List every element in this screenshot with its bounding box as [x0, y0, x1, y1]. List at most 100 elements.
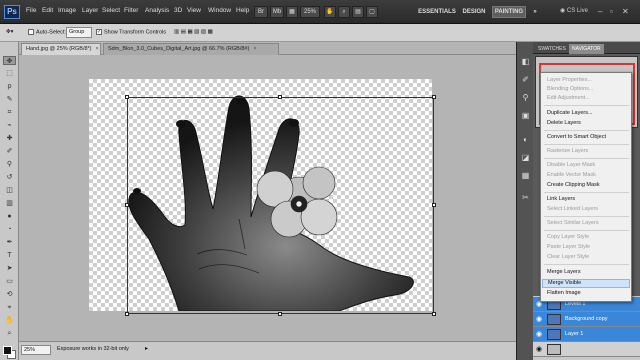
lasso-tool-icon[interactable]: ρ [3, 82, 16, 91]
close-icon[interactable]: ✕ [622, 7, 629, 16]
menu-item-layer-properties[interactable]: Layer Properties... [547, 77, 592, 83]
adjustments-icon[interactable]: ◐ [520, 134, 531, 145]
menu-analysis[interactable]: Analysis [145, 7, 169, 14]
transform-controls-checkbox[interactable]: ✓ Show Transform Controls [96, 29, 166, 35]
gradient-tool-icon[interactable]: ▥ [3, 199, 16, 208]
clone-source-icon[interactable]: ⚲ [520, 92, 531, 103]
arrange-documents-icon[interactable]: ▤ [352, 6, 364, 18]
cs-live-button[interactable]: ◉ CS Live [560, 7, 588, 14]
eye-icon[interactable]: ◉ [536, 330, 542, 339]
bridge-button[interactable]: Br [254, 6, 268, 18]
menu-item-delete-layers[interactable]: Delete Layers [547, 120, 581, 126]
menu-view[interactable]: View [187, 7, 201, 14]
layer-row[interactable]: ◉ Layer 1 [533, 327, 640, 342]
menu-item-link-layers[interactable]: Link Layers [547, 196, 575, 202]
menu-item-flatten-image[interactable]: Flatten Image [547, 290, 581, 296]
transform-handle[interactable] [432, 312, 436, 316]
menu-item-copy-layer-style[interactable]: Copy Layer Style [547, 234, 589, 240]
menu-item-select-similar-layers[interactable]: Select Similar Layers [547, 220, 599, 226]
transform-handle[interactable] [278, 95, 282, 99]
guides-icon[interactable]: ▦ [286, 6, 298, 18]
menu-item-clear-layer-style[interactable]: Clear Layer Style [547, 254, 589, 260]
menu-item-edit-adjustment[interactable]: Edit Adjustment... [547, 95, 590, 101]
3d-rotate-tool-icon[interactable]: ⟲ [3, 290, 16, 299]
blur-tool-icon[interactable]: ● [3, 212, 16, 221]
status-menu-arrow-icon[interactable]: ▸ [145, 345, 148, 352]
menu-item-enable-vector-mask[interactable]: Enable Vector Mask [547, 172, 596, 178]
brush-panel-icon[interactable]: ✐ [520, 74, 531, 85]
layers-panel-icon[interactable]: ◧ [520, 56, 531, 67]
menu-select[interactable]: Select [102, 7, 120, 14]
tab-cubes[interactable]: Sdm_Blon_3.0_Cubes_Digital_Art.jpg @ 66.… [103, 43, 279, 55]
close-tab-icon[interactable]: × [253, 46, 256, 52]
tab-navigator[interactable]: NAVIGATOR [569, 44, 604, 54]
3d-camera-tool-icon[interactable]: ⌖ [3, 303, 16, 312]
menu-layer[interactable]: Layer [82, 7, 98, 14]
foreground-color-swatch[interactable] [3, 346, 12, 355]
dodge-tool-icon[interactable]: ◔ [3, 225, 16, 234]
marquee-tool-icon[interactable]: ⬚ [3, 69, 16, 78]
tab-hand[interactable]: Hand.jpg @ 25% (RGB/8*) × [21, 43, 101, 55]
workspace-painting[interactable]: PAINTING [492, 6, 526, 18]
status-zoom-field[interactable]: 25% [21, 345, 51, 355]
transform-handle[interactable] [432, 203, 436, 207]
menu-item-create-clipping-mask[interactable]: Create Clipping Mask [547, 182, 600, 188]
menu-filter[interactable]: Filter [124, 7, 138, 14]
menu-file[interactable]: File [26, 7, 36, 14]
eraser-tool-icon[interactable]: ◫ [3, 186, 16, 195]
menu-3d[interactable]: 3D [174, 7, 182, 14]
masks-icon[interactable]: ◪ [520, 152, 531, 163]
styles-icon[interactable]: ▦ [520, 170, 531, 181]
tool-presets-icon[interactable]: ▣ [520, 110, 531, 121]
transform-handle[interactable] [278, 312, 282, 316]
close-tab-icon[interactable]: × [96, 46, 99, 52]
transform-handle[interactable] [432, 95, 436, 99]
hand-tool-icon[interactable]: ✋ [3, 316, 16, 325]
pen-tool-icon[interactable]: ✒ [3, 238, 16, 247]
menu-window[interactable]: Window [208, 7, 231, 14]
workspace-essentials[interactable]: ESSENTIALS [416, 6, 458, 18]
more-workspaces-icon[interactable]: » [530, 6, 540, 18]
history-brush-tool-icon[interactable]: ↺ [3, 173, 16, 182]
menu-item-paste-layer-style[interactable]: Paste Layer Style [547, 244, 590, 250]
auto-select-dropdown[interactable]: Group [66, 27, 92, 38]
menu-item-blending-options[interactable]: Blending Options... [547, 86, 593, 92]
auto-select-checkbox[interactable]: Auto-Select: [28, 29, 66, 35]
paths-icon[interactable]: ✂ [520, 192, 531, 203]
tab-swatches[interactable]: SWATCHES [535, 44, 569, 54]
zoom-tool-icon[interactable]: ⌕ [338, 6, 350, 18]
eye-icon[interactable]: ◉ [536, 315, 542, 324]
path-selection-tool-icon[interactable]: ➤ [3, 264, 16, 273]
eye-icon[interactable]: ◉ [536, 345, 542, 354]
transform-handle[interactable] [125, 95, 129, 99]
move-tool-icon[interactable]: ✥ [3, 56, 16, 65]
menu-item-rasterize-layers[interactable]: Rasterize Layers [547, 148, 588, 154]
shape-tool-icon[interactable]: ▭ [3, 277, 16, 286]
maximize-icon[interactable]: ▫ [610, 7, 613, 16]
menu-item-merge-layers[interactable]: Merge Layers [547, 269, 581, 275]
zoom-tool-icon[interactable]: ⌕ [3, 329, 16, 338]
eyedropper-tool-icon[interactable]: ⌁ [3, 121, 16, 130]
type-tool-icon[interactable]: T [3, 251, 16, 260]
align-buttons[interactable]: ▥ ▤ ▦ ▧ ▨ ▩ [174, 29, 213, 35]
workspace-design[interactable]: DESIGN [460, 6, 488, 18]
layer-row[interactable]: ◉ [533, 342, 640, 357]
minibridge-button[interactable]: Mb [270, 6, 284, 18]
menu-image[interactable]: Image [58, 7, 76, 14]
clone-stamp-tool-icon[interactable]: ⚲ [3, 160, 16, 169]
menu-help[interactable]: Help [236, 7, 249, 14]
transform-handle[interactable] [125, 312, 129, 316]
menu-item-merge-visible[interactable]: Merge Visible [542, 279, 630, 288]
minimize-icon[interactable]: – [598, 7, 602, 16]
photoshop-logo[interactable]: Ps [4, 5, 20, 19]
menu-item-disable-layer-mask[interactable]: Disable Layer Mask [547, 162, 595, 168]
brush-tool-icon[interactable]: ✐ [3, 147, 16, 156]
healing-brush-tool-icon[interactable]: ✚ [3, 134, 16, 143]
menu-item-convert-smart-object[interactable]: Convert to Smart Object [547, 134, 606, 140]
hand-tool-icon[interactable]: ✋ [324, 6, 336, 18]
canvas-area[interactable] [19, 55, 516, 341]
menu-edit[interactable]: Edit [42, 7, 53, 14]
menu-item-select-linked-layers[interactable]: Select Linked Layers [547, 206, 598, 212]
zoom-level-select[interactable]: 25% [300, 6, 320, 18]
move-tool-preset-icon[interactable]: ✥▾ [6, 29, 13, 35]
